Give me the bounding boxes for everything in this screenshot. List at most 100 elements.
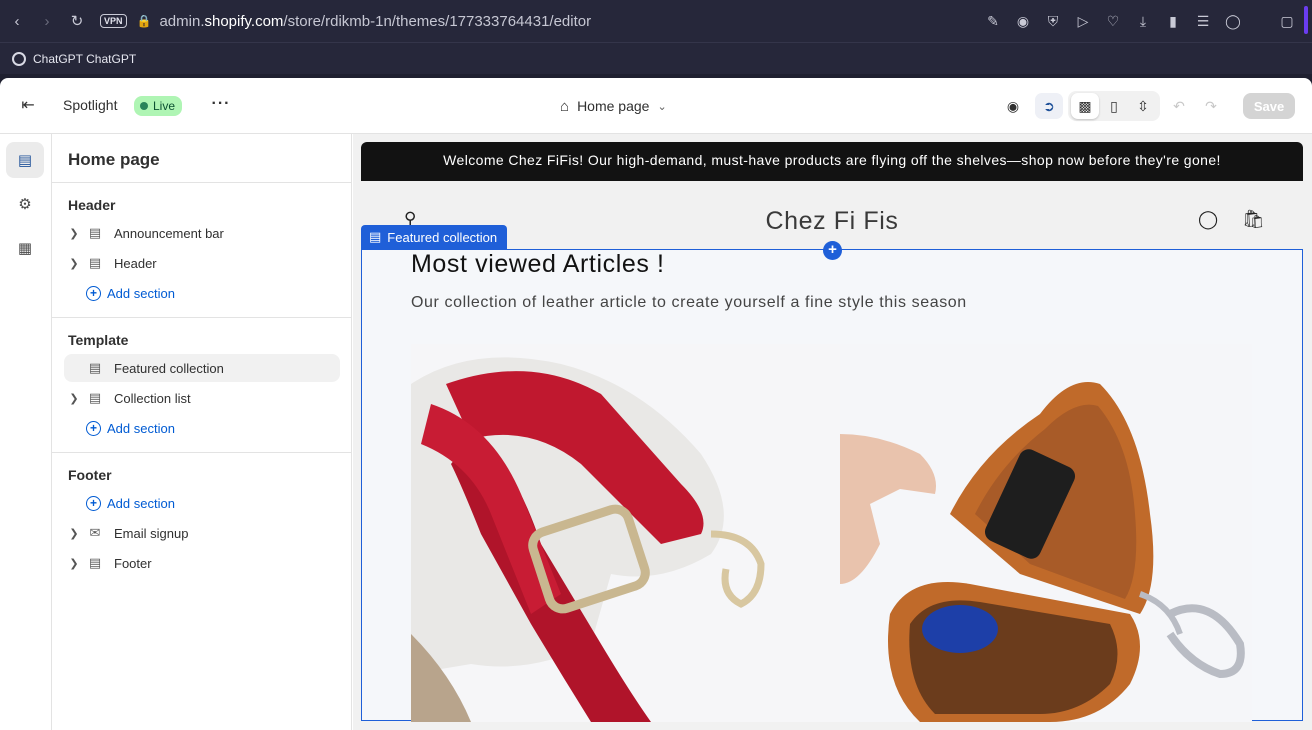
sections-sidebar: Home page Header ❯ ▤ Announcement bar ❯ … — [52, 134, 352, 730]
add-section-template-button[interactable]: + Add section — [86, 414, 175, 442]
section-icon: ▤ — [88, 225, 102, 240]
vpn-badge[interactable]: VPN — [100, 14, 127, 28]
accent-stripe — [1304, 6, 1308, 34]
bookmarks-bar: ChatGPT ChatGPT — [0, 42, 1312, 74]
bookmark-chatgpt[interactable]: ChatGPT ChatGPT — [33, 52, 136, 66]
add-section-plus-button[interactable]: + — [823, 241, 842, 260]
profile-icon[interactable]: ◯ — [1224, 13, 1242, 30]
envelope-icon: ✉ — [89, 525, 101, 540]
heart-icon[interactable]: ♡ — [1104, 13, 1122, 30]
battery-icon[interactable]: ▮ — [1164, 13, 1182, 30]
page-selector[interactable]: ⌂ Home page ⌄ — [560, 94, 667, 118]
chevron-right-icon[interactable]: ❯ — [64, 557, 84, 570]
add-section-label: Add section — [107, 285, 175, 301]
group-footer-title: Footer — [68, 467, 112, 483]
sidebar-item-label: Footer — [114, 555, 152, 571]
status-badge: Live — [134, 96, 183, 116]
section-icon: ▤ — [88, 390, 102, 405]
apps-icon[interactable]: ▦ — [6, 230, 44, 266]
collection-description: Our collection of leather article to cre… — [411, 294, 967, 311]
section-tag-label: Featured collection — [387, 229, 498, 245]
section-icon: ▤ — [88, 360, 102, 375]
sidebar-title: Home page — [68, 150, 160, 169]
storefront-preview: Welcome Chez FiFis! Our high-demand, mus… — [353, 134, 1312, 730]
sidebar-item-collection-list[interactable]: ❯ ▤ Collection list — [64, 384, 340, 412]
sidebar-item-email-signup[interactable]: ❯ ✉ Email signup — [64, 519, 340, 547]
select-tool-icon[interactable]: ➲ — [1035, 93, 1063, 119]
announcement-bar[interactable]: Welcome Chez FiFis! Our high-demand, mus… — [361, 142, 1303, 181]
sidebar-item-label: Announcement bar — [114, 225, 224, 241]
sidebar-item-label: Featured collection — [114, 360, 224, 376]
camera-icon[interactable]: ◉ — [1014, 13, 1032, 30]
browser-toolbar: ‹ › ↻ VPN 🔒 admin.shopify.com/store/rdik… — [0, 0, 1312, 42]
url-path: /store/rdikmb-1n/themes/177333764431/edi… — [283, 12, 592, 30]
save-button[interactable]: Save — [1243, 93, 1295, 119]
add-section-label: Add section — [107, 420, 175, 436]
chevron-right-icon[interactable]: ❯ — [64, 227, 84, 240]
redo-icon[interactable]: ↷ — [1199, 94, 1223, 118]
divider — [52, 182, 352, 183]
edit-icon[interactable]: ✎ — [984, 13, 1002, 30]
plus-circle-icon: + — [86, 420, 101, 436]
chevron-down-icon: ⌄ — [657, 100, 667, 113]
strap-image — [411, 344, 840, 722]
live-dot — [140, 102, 148, 110]
section-icon: ▤ — [88, 255, 102, 270]
featured-collection-tag[interactable]: ▤ Featured collection — [361, 225, 508, 249]
group-header-title: Header — [68, 197, 116, 213]
url-prefix: admin. — [159, 12, 205, 30]
add-section-label: Add section — [107, 495, 175, 511]
sidebar-item-label: Collection list — [114, 390, 191, 406]
settings-gear-icon[interactable]: ⚙ — [6, 186, 44, 222]
fullscreen-icon[interactable]: ⇳ — [1129, 93, 1157, 119]
product-image-strap[interactable] — [411, 344, 840, 722]
group-template-title: Template — [68, 332, 129, 348]
chevron-right-icon[interactable]: ❯ — [64, 527, 84, 540]
exit-icon[interactable]: ⇤ — [16, 94, 40, 118]
play-icon[interactable]: ▷ — [1074, 13, 1092, 30]
plus-circle-icon: + — [86, 495, 101, 511]
sidebar-item-label: Header — [114, 255, 157, 271]
menu-icon[interactable]: ☰ — [1194, 13, 1212, 30]
section-icon: ▤ — [369, 229, 382, 244]
chevron-right-icon[interactable]: ❯ — [64, 257, 84, 270]
divider — [52, 452, 352, 453]
chevron-right-icon[interactable]: ❯ — [64, 392, 84, 405]
download-icon[interactable]: ⤓ — [1134, 13, 1152, 30]
sections-icon[interactable]: ▤ — [6, 142, 44, 178]
divider — [52, 317, 352, 318]
add-section-header-button[interactable]: + Add section — [86, 279, 175, 307]
account-icon[interactable]: ◯ — [1198, 209, 1218, 230]
sidebar-item-label: Email signup — [114, 525, 189, 541]
inspector-icon[interactable]: ◉ — [999, 93, 1027, 119]
shield-icon[interactable]: ⛨ — [1044, 13, 1062, 30]
desktop-icon[interactable]: ▩ — [1071, 93, 1099, 119]
extension-icon[interactable]: ▢ — [1276, 10, 1298, 32]
plus-circle-icon: + — [86, 285, 101, 301]
undo-icon[interactable]: ↶ — [1167, 94, 1191, 118]
cart-icon[interactable]: 🛍 — [1242, 209, 1265, 230]
product-image-key-pouch[interactable] — [840, 344, 1252, 722]
address-bar[interactable]: admin.shopify.com/store/rdikmb-1n/themes… — [159, 13, 591, 30]
lock-icon[interactable]: 🔒 — [137, 14, 152, 28]
theme-editor: ⇤ Spotlight Live ··· ⌂ Home page ⌄ ◉ ➲ ▩… — [0, 78, 1312, 730]
section-icon: ▤ — [88, 555, 102, 570]
chatgpt-icon — [12, 51, 26, 66]
device-toggle: ▩ ▯ ⇳ — [1068, 91, 1160, 121]
left-rail: ▤ ⚙ ▦ — [0, 134, 52, 730]
theme-name: Spotlight — [63, 97, 118, 113]
sidebar-item-header[interactable]: ❯ ▤ Header — [64, 249, 340, 277]
more-actions-button[interactable]: ··· — [208, 94, 234, 118]
sidebar-item-featured-collection[interactable]: ▤ Featured collection — [64, 354, 340, 382]
mobile-icon[interactable]: ▯ — [1100, 93, 1128, 119]
add-section-footer-button[interactable]: + Add section — [86, 489, 175, 517]
collection-heading: Most viewed Articles ! — [411, 250, 665, 278]
key-pouch-image — [840, 344, 1252, 722]
reload-icon[interactable]: ↻ — [62, 6, 92, 36]
sidebar-item-announcement-bar[interactable]: ❯ ▤ Announcement bar — [64, 219, 340, 247]
sidebar-item-footer[interactable]: ❯ ▤ Footer — [64, 549, 340, 577]
back-icon[interactable]: ‹ — [2, 6, 32, 36]
forward-icon[interactable]: › — [32, 6, 62, 36]
page-selector-label: Home page — [577, 98, 650, 114]
featured-collection-section[interactable]: Most viewed Articles ! Our collection of… — [361, 249, 1303, 722]
